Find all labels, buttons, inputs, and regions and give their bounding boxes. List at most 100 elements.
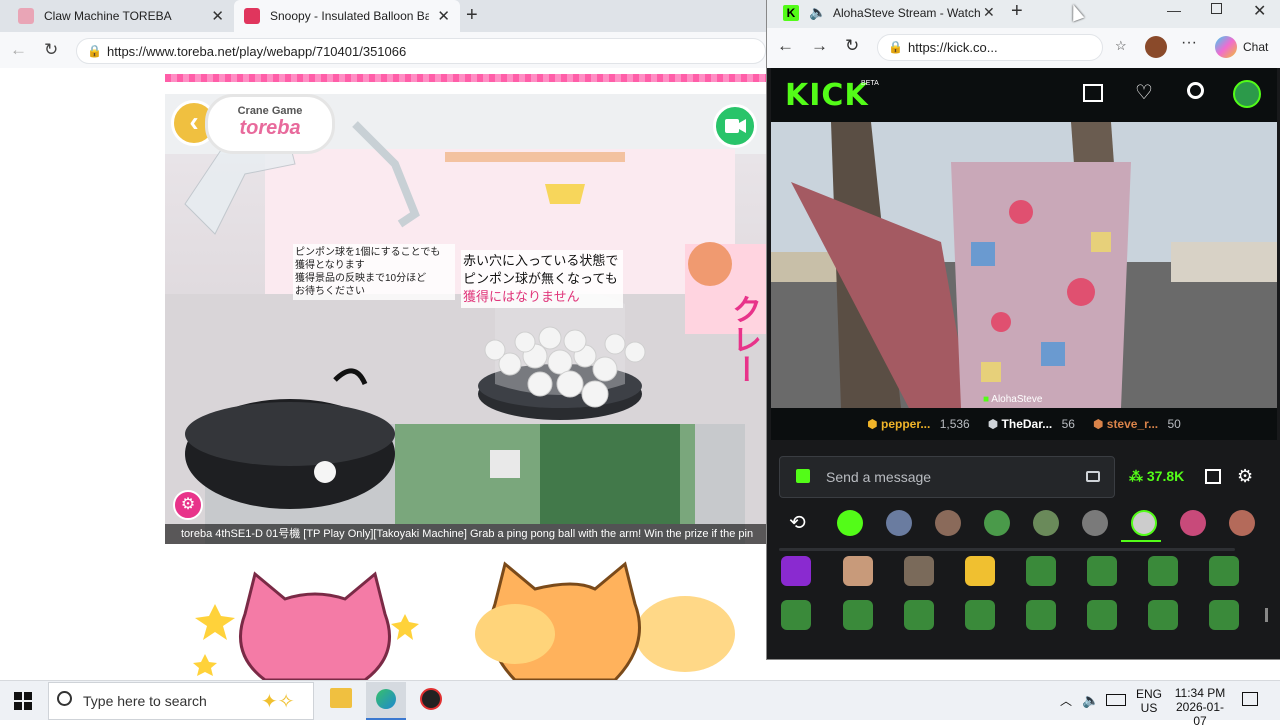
- new-tab-button[interactable]: +: [1011, 0, 1023, 23]
- emote[interactable]: [904, 556, 934, 586]
- forward-arrow-icon[interactable]: →: [811, 36, 828, 56]
- search-icon[interactable]: [1187, 82, 1204, 99]
- show-hidden-icons[interactable]: ︿: [1060, 692, 1072, 709]
- search-icon: [57, 691, 72, 706]
- channel-emote-tab-active[interactable]: [1131, 510, 1157, 536]
- toreba-logo: Crane Game toreba: [205, 94, 335, 154]
- tab-toreba[interactable]: Claw Machine TOREBA ✕: [8, 0, 234, 32]
- cat-mascots: [193, 561, 735, 680]
- edge-taskbar-button[interactable]: [366, 682, 406, 720]
- kick-favicon-icon: K: [783, 5, 799, 21]
- emote[interactable]: [843, 600, 873, 630]
- minimize-icon[interactable]: —: [1167, 2, 1181, 18]
- emote[interactable]: [1148, 556, 1178, 586]
- sign-right-line: ピンポン球が無くなっても: [463, 271, 618, 286]
- emote[interactable]: [1209, 600, 1239, 630]
- recent-emotes-icon[interactable]: ⟲: [789, 510, 806, 535]
- chat-settings-gear-icon[interactable]: ⚙: [1237, 466, 1253, 487]
- language-indicator[interactable]: ENG US: [1136, 687, 1162, 715]
- address-bar[interactable]: 🔒 https://www.toreba.net/play/webapp/710…: [76, 38, 766, 64]
- stream-scene: [771, 122, 1277, 408]
- store-icon[interactable]: [1205, 469, 1221, 484]
- clock-date: 2026-01-07: [1175, 700, 1225, 728]
- file-explorer-icon[interactable]: [330, 688, 352, 708]
- reload-icon[interactable]: ↻: [44, 40, 58, 60]
- channel-emote-tab[interactable]: [935, 510, 961, 536]
- channel-points[interactable]: ⁂ 37.8K: [1129, 468, 1184, 485]
- sign-left-line: お待ちください: [295, 286, 365, 297]
- kick-emote-tab[interactable]: [837, 510, 863, 536]
- clock[interactable]: 11:34 PM 2026-01-07: [1170, 686, 1230, 728]
- emote[interactable]: [1026, 556, 1056, 586]
- close-tab-icon[interactable]: ✕: [983, 4, 995, 21]
- favorites-icon[interactable]: ☆: [1115, 38, 1127, 54]
- start-button[interactable]: [14, 692, 32, 710]
- leaderboard-entry[interactable]: ⬢ pepper... 1,536: [867, 417, 970, 431]
- close-window-icon[interactable]: ✕: [1253, 1, 1266, 21]
- user-avatar[interactable]: [1233, 80, 1261, 108]
- close-tab-icon[interactable]: ✕: [211, 7, 224, 25]
- lock-icon: 🔒: [87, 44, 102, 58]
- emote[interactable]: [1026, 600, 1056, 630]
- close-tab-icon[interactable]: ✕: [437, 7, 450, 25]
- more-menu-icon[interactable]: ···: [1181, 34, 1197, 52]
- kick-logo[interactable]: KICK: [785, 78, 869, 113]
- obs-icon[interactable]: [420, 688, 442, 710]
- chat-button[interactable]: Chat: [1243, 40, 1268, 54]
- reload-icon[interactable]: ↻: [845, 36, 859, 56]
- profile-avatar[interactable]: [1145, 36, 1167, 58]
- snoopy-favicon-icon: [244, 8, 260, 24]
- settings-gear-icon[interactable]: ⚙: [173, 490, 203, 520]
- taskbar-search[interactable]: Type here to search ✦✧: [48, 682, 314, 720]
- emote[interactable]: [904, 600, 934, 630]
- back-arrow-icon[interactable]: ←: [10, 40, 27, 60]
- logo-line1: Crane Game: [237, 105, 303, 117]
- windows-logo-icon: [24, 692, 32, 700]
- channel-emote-tab[interactable]: [1180, 510, 1206, 536]
- leaderboard-entry[interactable]: ⬢ steve_r... 50: [1093, 417, 1181, 431]
- edge-icon: [376, 689, 396, 709]
- copilot-icon[interactable]: [1215, 36, 1237, 58]
- emote[interactable]: [843, 556, 873, 586]
- leaderboard-entry[interactable]: ⬢ TheDar... 56: [988, 417, 1075, 431]
- url-text: https://kick.co...: [908, 40, 998, 55]
- kick-address-bar[interactable]: 🔒 https://kick.co...: [877, 34, 1103, 61]
- camera-switch-button[interactable]: [713, 104, 757, 148]
- kick-window: K 🔈 AlohaSteve Stream - Watch L ✕ + — ✕ …: [766, 0, 1280, 660]
- emote-picker-icon[interactable]: [1086, 471, 1100, 482]
- channel-emote-tab[interactable]: [1229, 510, 1255, 536]
- emote[interactable]: [1087, 556, 1117, 586]
- leader-name: pepper...: [880, 417, 931, 431]
- stream-list-icon[interactable]: [1083, 84, 1103, 102]
- windows-logo-icon: [24, 702, 32, 710]
- channel-emote-tab[interactable]: [886, 510, 912, 536]
- emote-scrollbar[interactable]: [1265, 608, 1268, 622]
- channel-emote-tab[interactable]: [1082, 510, 1108, 536]
- maximize-icon[interactable]: [1211, 3, 1222, 14]
- new-tab-button[interactable]: +: [466, 4, 478, 27]
- volume-icon[interactable]: 🔈: [1082, 692, 1099, 709]
- emote[interactable]: [1148, 600, 1178, 630]
- emote[interactable]: [965, 556, 995, 586]
- speaker-icon[interactable]: 🔈: [809, 4, 826, 21]
- heart-icon[interactable]: ♡: [1135, 80, 1153, 105]
- sign-side: クレー: [727, 294, 760, 384]
- tab-snoopy[interactable]: Snoopy - Insulated Balloon Bag S ✕: [234, 0, 460, 32]
- notifications-icon[interactable]: [1242, 692, 1258, 706]
- leader-count: 1,536: [939, 417, 970, 431]
- emote[interactable]: [1209, 556, 1239, 586]
- keyboard-icon[interactable]: [1106, 694, 1126, 706]
- emote[interactable]: [965, 600, 995, 630]
- leader-count: 50: [1167, 417, 1181, 431]
- channel-emote-tab[interactable]: [984, 510, 1010, 536]
- points-icon: ⁂: [1129, 468, 1147, 484]
- channel-emote-tab[interactable]: [1033, 510, 1059, 536]
- emote[interactable]: [781, 600, 811, 630]
- emote[interactable]: [1087, 600, 1117, 630]
- emote[interactable]: [781, 556, 811, 586]
- stream-video[interactable]: ■ AlohaSteve: [771, 122, 1277, 408]
- gift-icon[interactable]: [796, 469, 810, 483]
- streamer-name: AlohaSteve: [991, 394, 1043, 405]
- back-arrow-icon[interactable]: ←: [777, 36, 794, 56]
- chat-input[interactable]: Send a message: [779, 456, 1115, 498]
